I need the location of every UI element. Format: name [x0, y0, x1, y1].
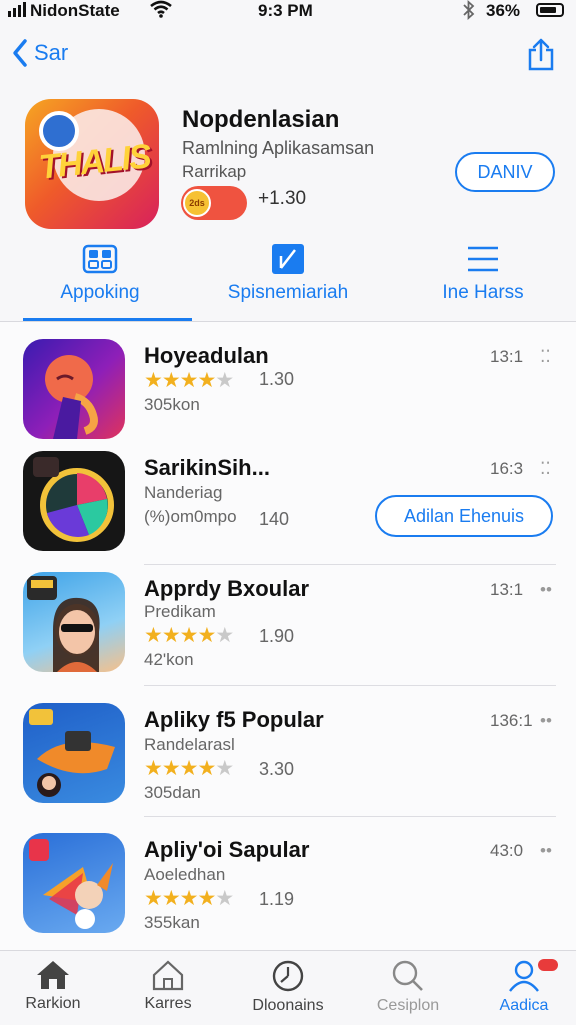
more-icon[interactable]: ⁚⁚ [540, 347, 551, 367]
list-item[interactable]: Apprdy Bxoular Predikam ★★★★★ 1.90 42'ko… [0, 572, 576, 692]
search-icon [392, 960, 423, 991]
rating-value: 1.19 [259, 889, 295, 909]
featured-app-subtitle: Ramlning Aplikasamsan [182, 138, 375, 158]
app-size: 42'kon [144, 650, 194, 669]
rating-value: 140 [259, 509, 290, 529]
more-icon[interactable]: •• [540, 711, 552, 731]
app-title: Apliky f5 Popular [144, 707, 324, 732]
featured-price: +1.30 [258, 188, 307, 209]
install-button[interactable]: Adilan Ehenuis [375, 495, 553, 537]
carrier-name: NidonState [30, 1, 120, 20]
tabbar-item-dloonains[interactable]: Dloonains [238, 959, 338, 1015]
notification-badge [538, 959, 558, 971]
app-size: 355kan [144, 913, 200, 932]
featured-app-icon[interactable]: THALIS [25, 99, 159, 229]
home-icon [37, 961, 69, 989]
battery-icon [536, 3, 564, 17]
app-time: 43:0 [490, 841, 524, 860]
tabbar-item-aadica[interactable]: Aadica [474, 959, 574, 1015]
rating-value: 3.30 [259, 759, 295, 779]
tabbar-item-rarkion[interactable]: Rarkion [3, 959, 103, 1013]
tabbar-item-karres[interactable]: Karres [118, 959, 218, 1013]
bluetooth-icon [462, 0, 476, 25]
app-icon [23, 339, 125, 439]
app-meta: (%)om0mpo [144, 507, 237, 526]
app-time: 13:1 [490, 347, 524, 366]
star-rating: ★★★★★ [144, 757, 234, 780]
app-icon [23, 451, 125, 551]
signal-icon [8, 2, 26, 17]
list-item[interactable]: Apliky f5 Popular Randelarasl ★★★★★ 3.30… [0, 703, 576, 823]
app-time: 136:1 [490, 711, 533, 730]
person-icon [509, 960, 539, 992]
star-rating: ★★★★★ [144, 624, 234, 647]
tab-appoking[interactable]: Appoking [44, 244, 156, 304]
row-divider [144, 564, 556, 565]
list-item[interactable]: Hoyeadulan ★★★★★ 1.30 305kon 13:1 ⁚⁚ [0, 339, 576, 459]
featured-app-category: Rarrikap [182, 162, 247, 181]
rating-value: 1.30 [259, 369, 295, 389]
app-title: Apprdy Bxoular [144, 576, 310, 601]
more-icon[interactable]: •• [540, 580, 552, 600]
app-title: Hoyeadulan [144, 343, 269, 368]
app-subtitle: Aoeledhan [144, 865, 226, 884]
featured-app-title: Nopdenlasian [182, 106, 340, 133]
row-divider [144, 816, 556, 817]
app-subtitle: Nanderiag [144, 483, 223, 502]
chevron-left-icon [13, 39, 27, 67]
star-rating: ★★★★★ [144, 369, 234, 392]
tab-spisnemiariah[interactable]: Spisnemiariah [222, 244, 354, 304]
app-icon [23, 572, 125, 672]
app-time: 13:1 [490, 580, 524, 599]
battery-percent: 36% [486, 1, 521, 20]
coin-icon: 2ds [183, 189, 211, 217]
clock-icon [272, 960, 304, 992]
app-icon [23, 703, 125, 803]
bottom-tab-bar: Rarkion Karres Dloonains Cesiplon Aadica [0, 950, 576, 1025]
status-time: 9:3 PM [258, 1, 313, 20]
tabbar-label: Aadica [499, 997, 549, 1014]
more-icon[interactable]: ⁚⁚ [540, 459, 551, 479]
tabbar-label: Karres [144, 995, 192, 1012]
app-list: Hoyeadulan ★★★★★ 1.30 305kon 13:1 ⁚⁚ Sar… [0, 322, 576, 950]
grid-icon [82, 244, 118, 274]
app-icon [23, 833, 125, 933]
bookmark-icon [272, 244, 304, 274]
back-label: Sar [34, 40, 69, 65]
app-time: 16:3 [490, 459, 524, 478]
tabbar-item-cesiplon[interactable]: Cesiplon [358, 959, 458, 1015]
share-button[interactable] [526, 38, 556, 77]
wifi-icon [150, 0, 172, 23]
back-button[interactable]: Sar [12, 38, 68, 68]
app-size: 305kon [144, 395, 200, 414]
tabbar-label: Rarkion [25, 995, 81, 1012]
tabbar-label: Dloonains [252, 997, 324, 1014]
app-title: Apliy'oi Sapular [144, 837, 310, 862]
tab-label: Ine Harss [442, 282, 524, 303]
app-subtitle: Randelarasl [144, 735, 235, 754]
app-size: 305dan [144, 783, 201, 802]
house-outline-icon [152, 960, 184, 991]
tab-ine-harss[interactable]: Ine Harss [428, 244, 538, 304]
featured-get-button[interactable]: DANIV [455, 152, 555, 192]
tab-label: Appoking [60, 282, 140, 303]
app-title: SarikinSih... [144, 455, 270, 480]
share-icon [528, 38, 554, 71]
featured-badge: 2ds [181, 186, 247, 220]
star-rating: ★★★★★ [144, 887, 234, 910]
list-icon [468, 246, 498, 272]
row-divider [144, 685, 556, 686]
tabbar-label: Cesiplon [376, 997, 440, 1014]
more-icon[interactable]: •• [540, 841, 552, 861]
list-item[interactable]: SarikinSih... Nanderiag (%)om0mpo 140 16… [0, 451, 576, 571]
list-item[interactable]: Apliy'oi Sapular Aoeledhan ★★★★★ 1.19 35… [0, 833, 576, 953]
tab-label: Spisnemiariah [227, 282, 349, 303]
app-subtitle: Predikam [144, 602, 216, 621]
rating-value: 1.90 [259, 626, 295, 646]
status-bar: NidonState 9:3 PM 36% [0, 0, 576, 22]
